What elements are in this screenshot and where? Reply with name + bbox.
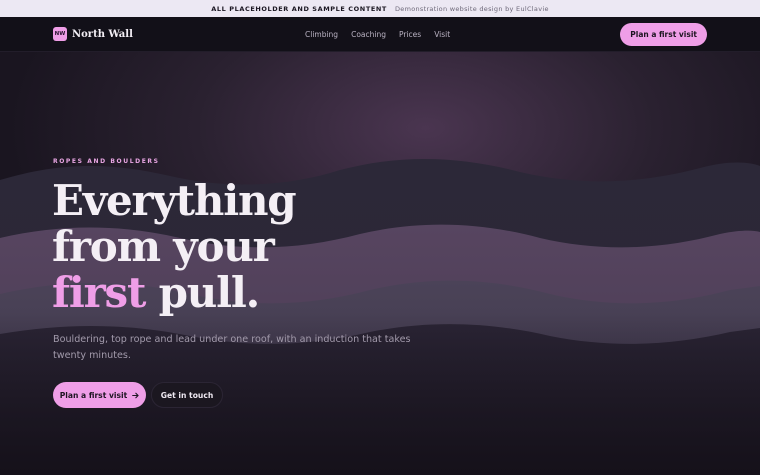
- brand-link[interactable]: NW North Wall: [53, 27, 133, 41]
- nav-item-climbing[interactable]: Climbing: [305, 30, 338, 39]
- headline-line-1: Everything: [52, 176, 297, 225]
- site-header: NW North Wall Climbing Coaching Prices V…: [0, 17, 760, 52]
- plan-visit-button[interactable]: Plan a first visit: [53, 382, 146, 408]
- logo-icon: NW: [53, 27, 67, 41]
- hero-subline: Bouldering, top rope and lead under one …: [53, 334, 411, 361]
- header-plan-visit-button[interactable]: Plan a first visit: [620, 23, 707, 46]
- nav-item-prices[interactable]: Prices: [399, 30, 421, 39]
- brand-name: North Wall: [72, 28, 133, 40]
- placeholder-notice: ALL PLACEHOLDER AND SAMPLE CONTENT: [211, 4, 387, 13]
- hero-headline: Everything from your first pull.: [52, 176, 297, 317]
- main-nav: Climbing Coaching Prices Visit: [305, 17, 450, 52]
- plan-visit-label: Plan a first visit: [59, 390, 128, 400]
- headline-line-3-rest: pull.: [158, 268, 261, 317]
- get-in-touch-button[interactable]: Get in touch: [151, 382, 223, 408]
- headline-line-2: from your: [52, 222, 275, 271]
- nav-item-coaching[interactable]: Coaching: [351, 30, 386, 39]
- announcement-bar: ALL PLACEHOLDER AND SAMPLE CONTENT Demon…: [0, 0, 760, 17]
- headline-accent: first: [52, 268, 146, 317]
- nav-item-visit[interactable]: Visit: [434, 30, 450, 39]
- hero-eyebrow: ROPES AND BOULDERS: [53, 158, 160, 165]
- arrow-right-icon: [132, 392, 139, 398]
- design-credit: Demonstration website design by EulClavi…: [394, 4, 549, 13]
